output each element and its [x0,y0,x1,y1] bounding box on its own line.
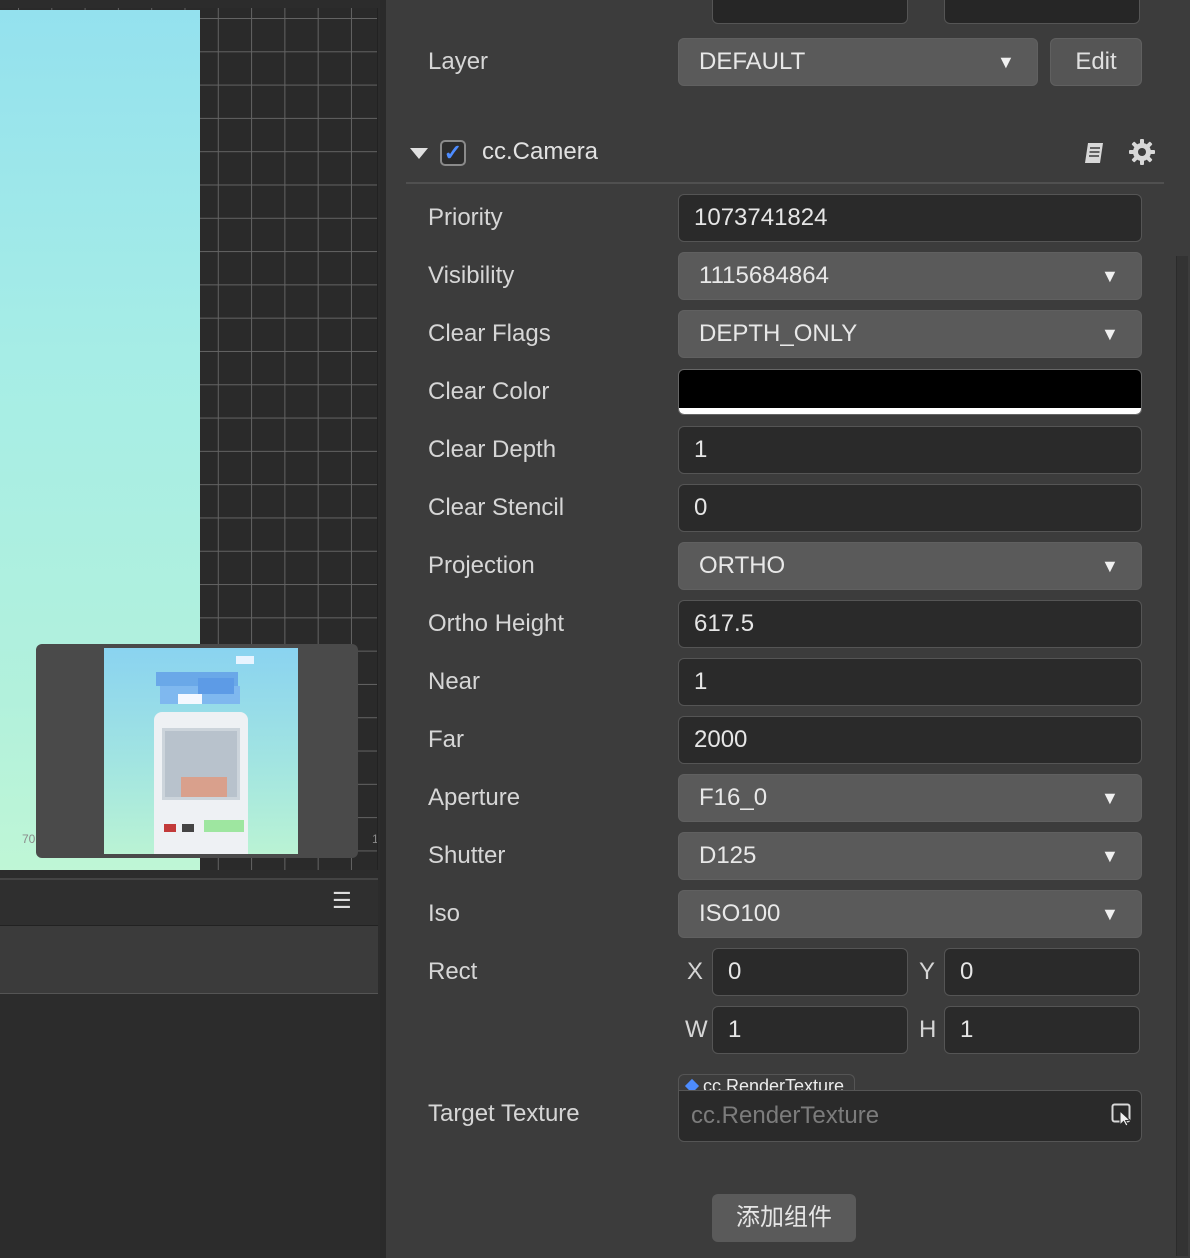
ruler-label: 1 [372,832,377,846]
iso-select[interactable]: ISO100 ▼ [678,890,1142,938]
assets-panel-toolbar [0,926,378,994]
scale-y-field[interactable] [944,0,1140,24]
clear-color-label: Clear Color [428,378,550,405]
preview-pixel [178,694,202,704]
inspector-scrollbar[interactable] [1176,256,1188,1256]
component-enabled-checkbox[interactable]: ✓ [440,140,466,166]
ruler-label: 70 [22,832,36,846]
preview-pixel [164,824,176,832]
shutter-label: Shutter [428,842,506,869]
clear-stencil-input[interactable]: 0 [678,484,1142,532]
priority-input[interactable]: 1073741824 [678,194,1142,242]
ortho-height-label: Ortho Height [428,610,565,637]
locate-asset-icon[interactable] [1111,1103,1133,1127]
chevron-down-icon: ▼ [1101,324,1119,344]
near-label: Near [428,668,481,695]
rect-w-axis-label[interactable]: W [685,1016,708,1044]
layer-value: DEFAULT [699,48,806,75]
chevron-down-icon: ▼ [1101,846,1119,866]
preview-pixel [204,820,244,832]
claw-machine-graphic [154,712,248,854]
target-texture-placeholder: cc.RenderTexture [691,1102,880,1129]
projection-value: ORTHO [699,552,786,579]
gear-icon[interactable] [1128,138,1156,166]
chevron-down-icon: ▼ [1101,556,1119,576]
aperture-value: F16_0 [699,784,768,811]
preview-pixel [198,678,234,694]
near-input[interactable]: 1 [678,658,1142,706]
layer-select[interactable]: DEFAULT ▼ [678,38,1038,86]
layer-edit-button[interactable]: Edit [1050,38,1142,86]
add-component-button[interactable]: 添加组件 [712,1194,856,1242]
shutter-select[interactable]: D125 ▼ [678,832,1142,880]
preview-pixel [236,656,254,664]
chevron-down-icon: ▼ [1101,266,1119,286]
rect-y-input[interactable]: 0 [944,948,1140,996]
layer-label: Layer [428,48,489,75]
clear-flags-label: Clear Flags [428,320,551,347]
preview-pixel [182,824,194,832]
aperture-label: Aperture [428,784,521,811]
far-label: Far [428,726,464,753]
rect-x-input[interactable]: 0 [712,948,908,996]
claw-machine-screen [162,728,240,800]
scene-viewport[interactable]: 70 1 [0,8,378,870]
rect-w-input[interactable]: 1 [712,1006,908,1054]
far-input[interactable]: 2000 [678,716,1142,764]
projection-label: Projection [428,552,535,579]
rect-label: Rect [428,958,478,985]
assets-panel-header: ☰ [0,878,378,926]
rect-h-axis-label[interactable]: H [919,1016,936,1044]
shutter-value: D125 [699,842,757,869]
camera-preview-image [104,648,298,854]
visibility-value: 1115684864 [699,262,829,289]
chevron-down-icon: ▼ [1101,904,1119,924]
iso-value: ISO100 [699,900,781,927]
rect-h-input[interactable]: 1 [944,1006,1140,1054]
clear-stencil-label: Clear Stencil [428,494,565,521]
target-texture-field[interactable]: cc.RenderTexture [678,1090,1142,1142]
priority-label: Priority [428,204,503,231]
target-texture-label: Target Texture [428,1100,580,1127]
clear-depth-input[interactable]: 1 [678,426,1142,474]
alpha-bar [679,408,1141,414]
rect-x-axis-label[interactable]: X [687,958,703,986]
chevron-down-icon: ▼ [997,52,1015,72]
aperture-select[interactable]: F16_0 ▼ [678,774,1142,822]
iso-label: Iso [428,900,461,927]
cake-graphic [181,777,227,797]
ortho-height-input[interactable]: 617.5 [678,600,1142,648]
clear-flags-value: DEPTH_ONLY [699,320,858,347]
clear-flags-select[interactable]: DEPTH_ONLY ▼ [678,310,1142,358]
scene-panel: 70 1 ☰ [0,0,380,1258]
rect-y-axis-label[interactable]: Y [919,958,935,986]
scale-x-field[interactable] [712,0,908,24]
component-title: cc.Camera [482,138,599,165]
projection-select[interactable]: ORTHO ▼ [678,542,1142,590]
visibility-label: Visibility [428,262,515,289]
camera-preview-window [36,644,358,858]
clear-depth-label: Clear Depth [428,436,557,463]
book-icon[interactable] [1082,140,1108,166]
menu-icon[interactable]: ☰ [332,890,352,912]
visibility-select[interactable]: 1115684864 ▼ [678,252,1142,300]
camera-component-header[interactable]: ✓ cc.Camera [406,130,1164,184]
collapse-arrow-icon[interactable] [410,148,428,159]
chevron-down-icon: ▼ [1101,788,1119,808]
assets-panel-body [0,994,378,1258]
clear-color-swatch[interactable] [678,369,1142,415]
inspector-panel: Layer DEFAULT ▼ Edit ✓ cc.Camera Priorit… [386,0,1190,1258]
